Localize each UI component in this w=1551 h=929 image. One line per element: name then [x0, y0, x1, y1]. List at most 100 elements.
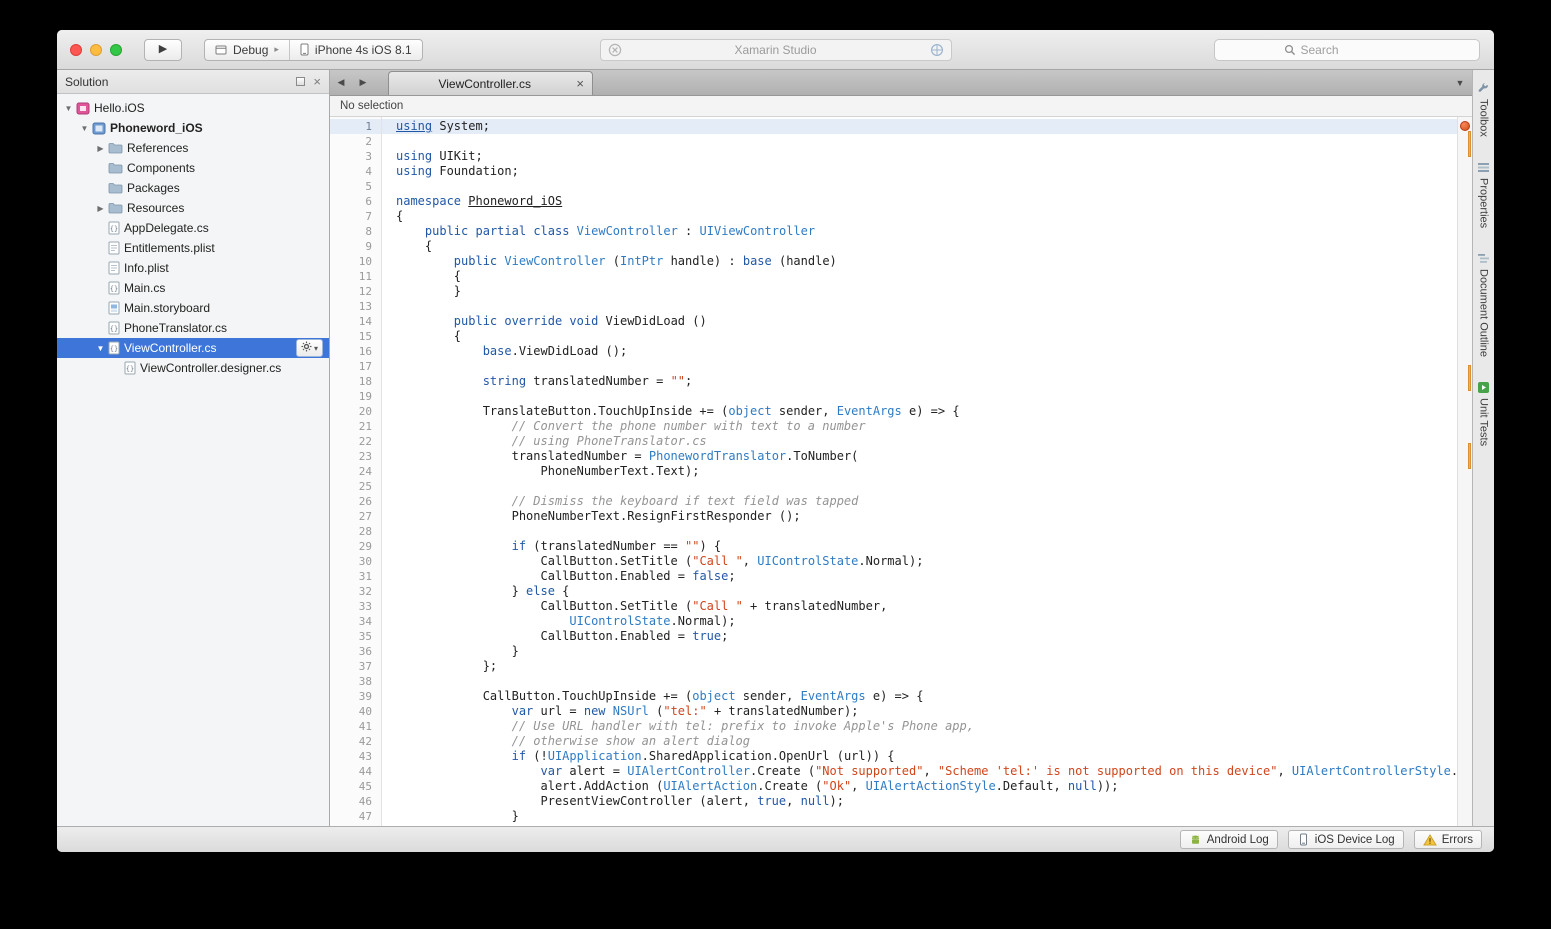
line-number[interactable]: 1: [330, 119, 381, 134]
code-line-18[interactable]: string translatedNumber = "";: [382, 374, 1457, 389]
line-number-gutter[interactable]: 1234567891011121314151617181920212223242…: [330, 117, 382, 826]
line-number[interactable]: 41: [330, 719, 381, 734]
code-line-12[interactable]: }: [382, 284, 1457, 299]
code-line-45[interactable]: alert.AddAction (UIAlertAction.Create ("…: [382, 779, 1457, 794]
quick-task-strip[interactable]: [1457, 117, 1472, 826]
tree-item-hello-ios[interactable]: ▼Hello.iOS: [57, 98, 329, 118]
line-number[interactable]: 21: [330, 419, 381, 434]
code-line-11[interactable]: {: [382, 269, 1457, 284]
code-line-21[interactable]: // Convert the phone number with text to…: [382, 419, 1457, 434]
line-number[interactable]: 19: [330, 389, 381, 404]
dock-tab-properties[interactable]: Properties: [1477, 161, 1490, 228]
line-number[interactable]: 32: [330, 584, 381, 599]
line-number[interactable]: 40: [330, 704, 381, 719]
dock-tab-toolbox[interactable]: Toolbox: [1477, 82, 1490, 137]
code-line-5[interactable]: [382, 179, 1457, 194]
code-line-24[interactable]: PhoneNumberText.Text);: [382, 464, 1457, 479]
code-line-42[interactable]: // otherwise show an alert dialog: [382, 734, 1457, 749]
tree-item-entitlements-plist[interactable]: Entitlements.plist: [57, 238, 329, 258]
line-number[interactable]: 7: [330, 209, 381, 224]
code-line-2[interactable]: [382, 134, 1457, 149]
close-window-button[interactable]: [70, 44, 82, 56]
ios-device-log-button[interactable]: iOS Device Log: [1288, 830, 1404, 849]
line-number[interactable]: 38: [330, 674, 381, 689]
line-number[interactable]: 42: [330, 734, 381, 749]
code-line-37[interactable]: };: [382, 659, 1457, 674]
errors-button[interactable]: Errors: [1414, 830, 1482, 849]
code-line-19[interactable]: [382, 389, 1457, 404]
code-line-9[interactable]: {: [382, 239, 1457, 254]
line-number[interactable]: 34: [330, 614, 381, 629]
line-number[interactable]: 25: [330, 479, 381, 494]
code-line-33[interactable]: CallButton.SetTitle ("Call " + translate…: [382, 599, 1457, 614]
tree-item-viewcontroller-designer-cs[interactable]: {}ViewController.designer.cs: [57, 358, 329, 378]
code-area[interactable]: using System; using UIKit;using Foundatio…: [382, 117, 1457, 826]
tree-item-components[interactable]: Components: [57, 158, 329, 178]
dock-tab-document-outline[interactable]: Document Outline: [1477, 252, 1490, 357]
progress-target-icon[interactable]: [930, 43, 944, 57]
line-number[interactable]: 35: [330, 629, 381, 644]
line-number[interactable]: 26: [330, 494, 381, 509]
line-number[interactable]: 46: [330, 794, 381, 809]
code-line-20[interactable]: TranslateButton.TouchUpInside += (object…: [382, 404, 1457, 419]
code-line-10[interactable]: public ViewController (IntPtr handle) : …: [382, 254, 1457, 269]
code-line-41[interactable]: // Use URL handler with tel: prefix to i…: [382, 719, 1457, 734]
tab-list-dropdown-icon[interactable]: ▼: [1448, 78, 1472, 88]
line-number[interactable]: 2: [330, 134, 381, 149]
code-line-4[interactable]: using Foundation;: [382, 164, 1457, 179]
code-line-32[interactable]: } else {: [382, 584, 1457, 599]
line-number[interactable]: 10: [330, 254, 381, 269]
titlebar[interactable]: ▶ Debug ▸ iPhone 4s iOS 8.1 Xamarin Stud…: [57, 30, 1494, 70]
code-line-34[interactable]: UIControlState.Normal);: [382, 614, 1457, 629]
code-line-40[interactable]: var url = new NSUrl ("tel:" + translated…: [382, 704, 1457, 719]
close-tab-icon[interactable]: ×: [574, 77, 586, 90]
disclosure-triangle-icon[interactable]: ▼: [62, 104, 75, 113]
code-line-22[interactable]: // using PhoneTranslator.cs: [382, 434, 1457, 449]
line-number[interactable]: 14: [330, 314, 381, 329]
code-line-46[interactable]: PresentViewController (alert, true, null…: [382, 794, 1457, 809]
code-line-14[interactable]: public override void ViewDidLoad (): [382, 314, 1457, 329]
code-line-1[interactable]: using System;: [382, 119, 1457, 134]
disclosure-triangle-icon[interactable]: ▼: [94, 344, 107, 353]
code-line-43[interactable]: if (!UIApplication.SharedApplication.Ope…: [382, 749, 1457, 764]
line-number[interactable]: 33: [330, 599, 381, 614]
minimize-window-button[interactable]: [90, 44, 102, 56]
line-number[interactable]: 13: [330, 299, 381, 314]
line-number[interactable]: 27: [330, 509, 381, 524]
line-number[interactable]: 4: [330, 164, 381, 179]
line-number[interactable]: 9: [330, 239, 381, 254]
disclosure-triangle-icon[interactable]: ▼: [78, 124, 91, 133]
breadcrumb[interactable]: No selection: [330, 96, 1472, 117]
tree-item-phoneword-ios[interactable]: ▼Phoneword_iOS: [57, 118, 329, 138]
run-button[interactable]: ▶: [144, 39, 182, 61]
line-number[interactable]: 39: [330, 689, 381, 704]
code-line-47[interactable]: }: [382, 809, 1457, 824]
line-number[interactable]: 44: [330, 764, 381, 779]
line-number[interactable]: 12: [330, 284, 381, 299]
navigate-forward-button[interactable]: ▶: [352, 77, 374, 88]
code-line-3[interactable]: using UIKit;: [382, 149, 1457, 164]
line-number[interactable]: 5: [330, 179, 381, 194]
line-number[interactable]: 22: [330, 434, 381, 449]
zoom-window-button[interactable]: [110, 44, 122, 56]
code-line-28[interactable]: [382, 524, 1457, 539]
task-marker[interactable]: [1468, 365, 1471, 391]
line-number[interactable]: 20: [330, 404, 381, 419]
line-number[interactable]: 37: [330, 659, 381, 674]
tree-item-references[interactable]: ▶References: [57, 138, 329, 158]
tree-item-viewcontroller-cs[interactable]: ▼{}ViewController.cs▾: [57, 338, 329, 358]
device-dropdown[interactable]: iPhone 4s iOS 8.1: [289, 40, 422, 60]
item-options-button[interactable]: ▾: [296, 339, 323, 357]
tree-item-main-cs[interactable]: {}Main.cs: [57, 278, 329, 298]
code-line-17[interactable]: [382, 359, 1457, 374]
code-line-13[interactable]: [382, 299, 1457, 314]
line-number[interactable]: 43: [330, 749, 381, 764]
code-line-39[interactable]: CallButton.TouchUpInside += (object send…: [382, 689, 1457, 704]
analysis-indicator-icon[interactable]: [1460, 121, 1470, 131]
code-line-6[interactable]: namespace Phoneword_iOS: [382, 194, 1457, 209]
dock-tab-unit-tests[interactable]: Unit Tests: [1477, 381, 1490, 446]
tab-viewcontroller[interactable]: ViewController.cs ×: [388, 71, 593, 95]
tree-item-packages[interactable]: Packages: [57, 178, 329, 198]
line-number[interactable]: 31: [330, 569, 381, 584]
code-line-29[interactable]: if (translatedNumber == "") {: [382, 539, 1457, 554]
